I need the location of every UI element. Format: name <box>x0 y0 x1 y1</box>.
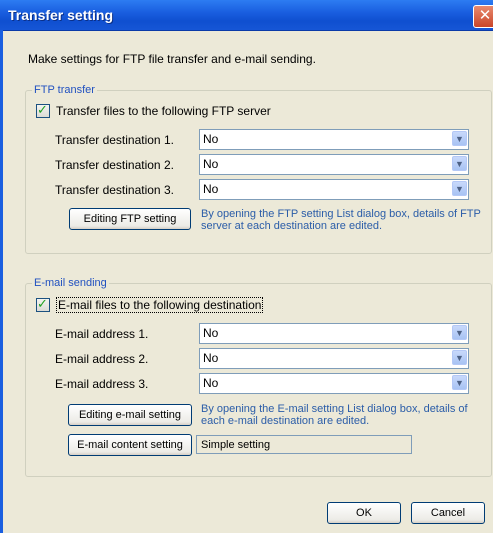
ftp-group-legend: FTP transfer <box>34 84 95 96</box>
email-enable-checkbox[interactable]: ✓ <box>36 296 50 312</box>
ftp-destination-3-value: No <box>203 182 219 196</box>
checkmark-icon: ✓ <box>37 102 48 117</box>
ftp-destination-3-select[interactable]: No ▼ <box>199 179 469 200</box>
email-address-3-select[interactable]: No ▼ <box>199 373 469 394</box>
ftp-destination-1-value: No <box>203 132 219 146</box>
ok-button[interactable]: OK <box>327 502 401 524</box>
window-title: Transfer setting <box>8 7 114 23</box>
chevron-down-icon[interactable]: ▼ <box>452 131 467 146</box>
ftp-destination-1-label: Transfer destination 1. <box>55 133 174 147</box>
editing-email-setting-button[interactable]: Editing e-mail setting <box>68 404 192 426</box>
email-address-2-value: No <box>203 351 219 365</box>
ftp-destination-1-select[interactable]: No ▼ <box>199 129 469 150</box>
email-address-2-select[interactable]: No ▼ <box>199 348 469 369</box>
ftp-enable-checkbox[interactable]: ✓ <box>36 102 50 118</box>
email-setting-note: By opening the E-mail setting List dialo… <box>201 403 468 427</box>
dialog-body: Make settings for FTP file transfer and … <box>3 30 493 533</box>
transfer-setting-dialog: Transfer setting ✕ Make settings for FTP… <box>0 0 493 533</box>
chevron-down-icon[interactable]: ▼ <box>452 156 467 171</box>
email-address-3-label: E-mail address 3. <box>55 377 149 391</box>
close-icon[interactable]: ✕ <box>473 5 493 28</box>
cancel-button[interactable]: Cancel <box>411 502 485 524</box>
ftp-enable-label: Transfer files to the following FTP serv… <box>56 104 271 118</box>
email-address-1-label: E-mail address 1. <box>55 327 149 341</box>
ftp-destination-2-label: Transfer destination 2. <box>55 158 174 172</box>
ftp-destination-2-select[interactable]: No ▼ <box>199 154 469 175</box>
ftp-destination-3-label: Transfer destination 3. <box>55 183 174 197</box>
chevron-down-icon[interactable]: ▼ <box>452 375 467 390</box>
checkmark-icon: ✓ <box>37 296 48 311</box>
ftp-setting-note: By opening the FTP setting List dialog b… <box>201 208 481 232</box>
email-enable-checkbox-row[interactable]: ✓ E-mail files to the following destinat… <box>36 296 264 313</box>
email-address-1-select[interactable]: No ▼ <box>199 323 469 344</box>
ftp-enable-checkbox-row[interactable]: ✓ Transfer files to the following FTP se… <box>36 102 271 118</box>
chevron-down-icon[interactable]: ▼ <box>452 181 467 196</box>
email-address-1-value: No <box>203 326 219 340</box>
chevron-down-icon[interactable]: ▼ <box>452 325 467 340</box>
chevron-down-icon[interactable]: ▼ <box>452 350 467 365</box>
email-enable-label: E-mail files to the following destinatio… <box>56 297 264 313</box>
email-address-2-label: E-mail address 2. <box>55 352 149 366</box>
email-sending-group: E-mail sending ✓ E-mail files to the fol… <box>25 277 492 477</box>
dialog-description: Make settings for FTP file transfer and … <box>28 52 316 66</box>
email-content-setting-button[interactable]: E-mail content setting <box>68 434 192 456</box>
title-bar[interactable]: Transfer setting ✕ <box>0 0 493 31</box>
editing-ftp-setting-button[interactable]: Editing FTP setting <box>69 208 191 230</box>
ftp-destination-2-value: No <box>203 157 219 171</box>
email-address-3-value: No <box>203 376 219 390</box>
email-content-value: Simple setting <box>196 435 412 454</box>
email-group-legend: E-mail sending <box>34 277 107 289</box>
ftp-transfer-group: FTP transfer ✓ Transfer files to the fol… <box>25 84 492 254</box>
